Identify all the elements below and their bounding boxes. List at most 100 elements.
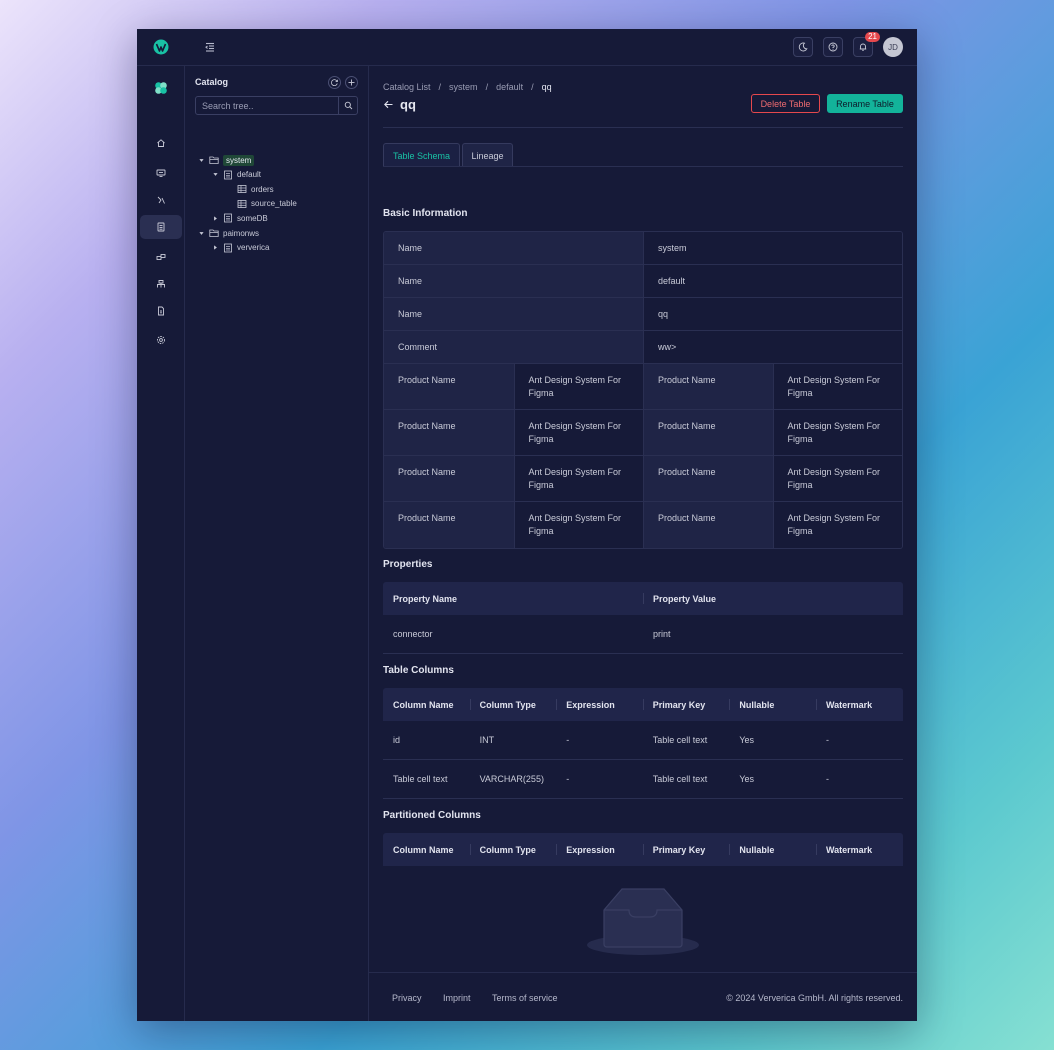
table-header: Property Name Property Value xyxy=(383,582,903,615)
column-header: Column Type xyxy=(469,833,557,866)
table-cell: - xyxy=(825,774,829,784)
home-icon[interactable] xyxy=(140,131,182,155)
refresh-icon xyxy=(331,79,338,87)
copyright: © 2024 Ververica GmbH. All rights reserv… xyxy=(726,993,903,1003)
info-row: Name qq xyxy=(384,298,902,331)
menu-collapse-icon[interactable] xyxy=(203,40,217,54)
tree-node-table[interactable]: source_table xyxy=(225,198,297,210)
info-value: Ant Design System For Figma xyxy=(772,456,902,501)
tree-node-database[interactable]: ververica xyxy=(211,242,269,254)
app-window: 21 JD Catalog Search tree.. system defau… xyxy=(137,29,917,1021)
tree-node-folder[interactable]: paimonws xyxy=(197,227,259,239)
tree-node-database[interactable]: someDB xyxy=(211,212,268,224)
info-label: Product Name xyxy=(643,456,773,501)
info-label: Product Name xyxy=(384,410,514,455)
table-row: Table cell text VARCHAR(255) - Table cell t… xyxy=(383,760,903,799)
info-label: Name xyxy=(384,265,643,297)
theme-toggle-button[interactable] xyxy=(793,37,813,57)
database-icon xyxy=(223,243,233,253)
caret-right-icon xyxy=(213,216,217,221)
column-header: Column Type xyxy=(469,688,557,721)
table-cell: id xyxy=(393,735,401,745)
artifacts-icon[interactable] xyxy=(140,272,182,296)
column-header: Property Name xyxy=(393,593,458,604)
caret-right-icon[interactable] xyxy=(211,244,219,251)
terms-link[interactable]: Terms of service xyxy=(492,993,558,1003)
info-row: Name system xyxy=(384,232,902,265)
database-icon xyxy=(223,170,233,180)
table-cell: Table cell text xyxy=(652,774,708,784)
info-value: ww> xyxy=(643,331,902,363)
table-cell: VARCHAR(255) xyxy=(479,774,544,784)
breadcrumb-catalog-list[interactable]: Catalog List xyxy=(383,82,431,92)
ververica-logo-icon[interactable] xyxy=(153,39,169,55)
footer: Privacy Imprint Terms of service © 2024 … xyxy=(369,972,917,1021)
table-cell: INT xyxy=(479,735,495,745)
settings-gear-icon[interactable] xyxy=(140,328,182,352)
help-button[interactable] xyxy=(823,37,843,57)
table-cell: print xyxy=(653,629,671,639)
back-arrow-icon[interactable] xyxy=(383,99,394,110)
imprint-link[interactable]: Imprint xyxy=(443,993,471,1003)
info-label: Product Name xyxy=(643,410,773,455)
info-label: Product Name xyxy=(384,364,514,409)
column-header: Column Name xyxy=(393,844,454,855)
refresh-catalog-button[interactable] xyxy=(328,76,341,89)
column-header: Nullable xyxy=(729,833,816,866)
breadcrumb-default[interactable]: default xyxy=(496,82,523,92)
rename-table-button[interactable]: Rename Table xyxy=(827,94,903,113)
info-value: Ant Design System For Figma xyxy=(513,410,643,455)
tab-table-schema[interactable]: Table Schema xyxy=(383,143,460,167)
breadcrumb-system[interactable]: system xyxy=(449,82,478,92)
breadcrumb: Catalog List / system / default / qq xyxy=(383,82,552,92)
caret-down-icon[interactable] xyxy=(197,157,205,164)
info-pair-row: Product Name Ant Design System For Figma P… xyxy=(384,410,902,456)
tree-search-input[interactable] xyxy=(196,97,338,114)
basic-info-title: Basic Information xyxy=(383,208,468,219)
deployments-icon[interactable] xyxy=(140,161,182,185)
privacy-link[interactable]: Privacy xyxy=(392,993,422,1003)
caret-right-icon[interactable] xyxy=(211,215,219,222)
info-row: Comment ww> xyxy=(384,331,902,364)
info-label: Product Name xyxy=(643,364,773,409)
user-avatar[interactable]: JD xyxy=(883,37,903,57)
table-cell: Yes xyxy=(739,735,755,745)
tab-lineage[interactable]: Lineage xyxy=(462,143,513,167)
info-row: Name default xyxy=(384,265,902,298)
main-content: Catalog List / system / default / qq qq Del… xyxy=(369,66,917,1021)
caret-down-icon[interactable] xyxy=(197,230,205,237)
breadcrumb-separator: / xyxy=(438,82,442,92)
tree-node-label: default xyxy=(237,170,262,180)
table-header: Column Name Column Type Expression Primary … xyxy=(383,688,903,721)
tree-search xyxy=(195,96,358,115)
table-row: id INT - Table cell text Yes - xyxy=(383,721,903,760)
info-label: Name xyxy=(384,298,643,330)
column-header: Property Value xyxy=(643,582,903,615)
database-icon xyxy=(224,170,232,179)
tree-search-button[interactable] xyxy=(338,97,357,114)
info-value: system xyxy=(643,232,902,264)
documents-icon[interactable] xyxy=(140,299,182,323)
tree-node-table[interactable]: orders xyxy=(225,183,274,195)
sql-editor-icon[interactable] xyxy=(140,188,182,212)
caret-right-icon xyxy=(213,245,217,250)
database-icon xyxy=(224,213,232,223)
info-value: Ant Design System For Figma xyxy=(513,502,643,548)
empty-inbox-icon xyxy=(586,886,700,958)
workspace-logo-icon[interactable] xyxy=(140,76,182,100)
tree-node-database[interactable]: default xyxy=(211,169,261,181)
table-columns-table: Column Name Column Type Expression Primary … xyxy=(383,688,903,799)
delete-table-button[interactable]: Delete Table xyxy=(751,94,820,113)
add-catalog-button[interactable] xyxy=(345,76,358,89)
tree-node-folder[interactable]: system xyxy=(197,154,255,166)
nav-rail xyxy=(137,66,185,1021)
catalog-icon[interactable] xyxy=(140,215,182,239)
connectors-icon[interactable] xyxy=(140,245,182,269)
caret-down-icon[interactable] xyxy=(211,171,219,178)
breadcrumb-separator: / xyxy=(485,82,489,92)
plus-icon xyxy=(348,79,355,86)
database-icon xyxy=(224,243,232,252)
table-icon xyxy=(237,185,247,194)
column-header: Watermark xyxy=(815,688,903,721)
notifications-button[interactable]: 21 xyxy=(853,32,880,57)
